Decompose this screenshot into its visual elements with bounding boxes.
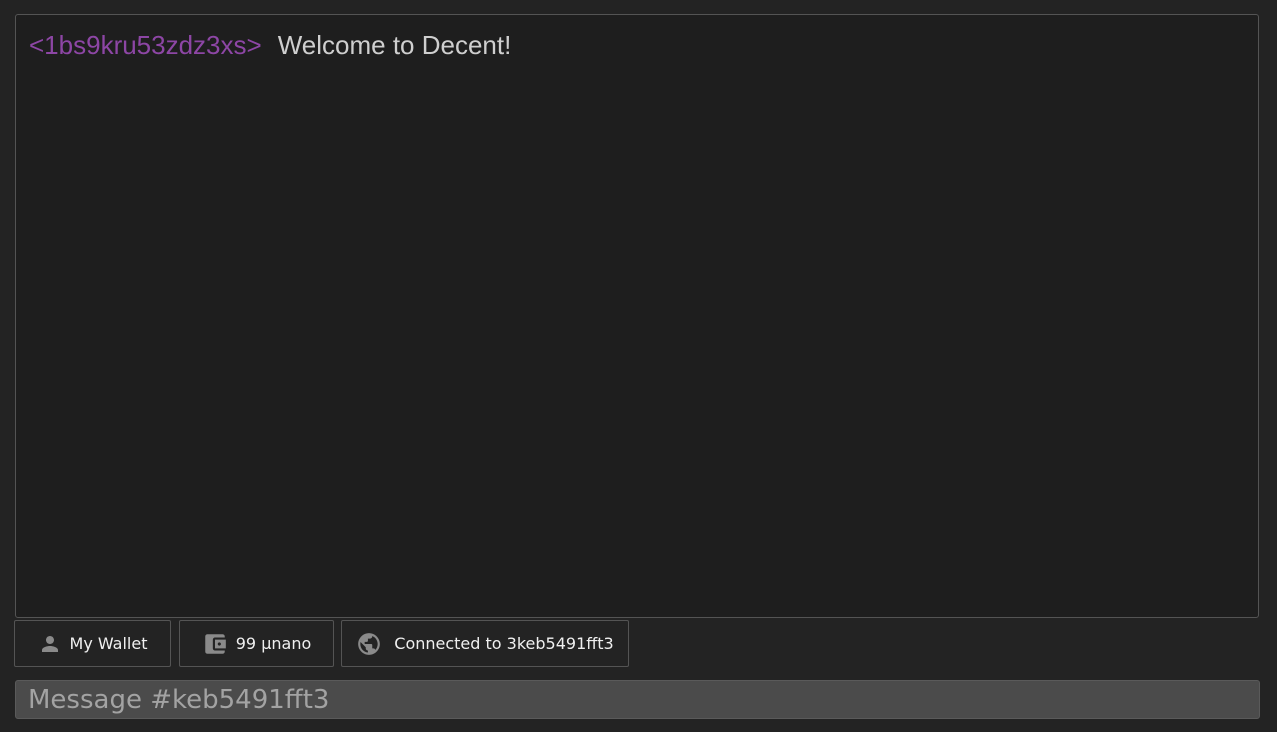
wallet-icon: [202, 631, 228, 657]
connection-button[interactable]: Connected to 3keb5491fft3: [341, 620, 629, 667]
balance-label: 99 μnano: [235, 634, 312, 653]
message-item: <1bs9kru53zdz3xs> Welcome to Decent!: [29, 30, 511, 60]
message-list: <1bs9kru53zdz3xs> Welcome to Decent!: [15, 14, 1259, 618]
message-author[interactable]: <1bs9kru53zdz3xs>: [29, 30, 262, 60]
message-text: Welcome to Decent!: [277, 30, 512, 60]
my-wallet-button[interactable]: My Wallet: [14, 620, 171, 667]
message-input[interactable]: [15, 680, 1260, 719]
balance-button[interactable]: 99 μnano: [179, 620, 334, 667]
globe-icon: [356, 631, 382, 657]
person-icon: [38, 632, 62, 656]
connection-label: Connected to 3keb5491fft3: [394, 634, 614, 653]
my-wallet-label: My Wallet: [69, 634, 148, 653]
